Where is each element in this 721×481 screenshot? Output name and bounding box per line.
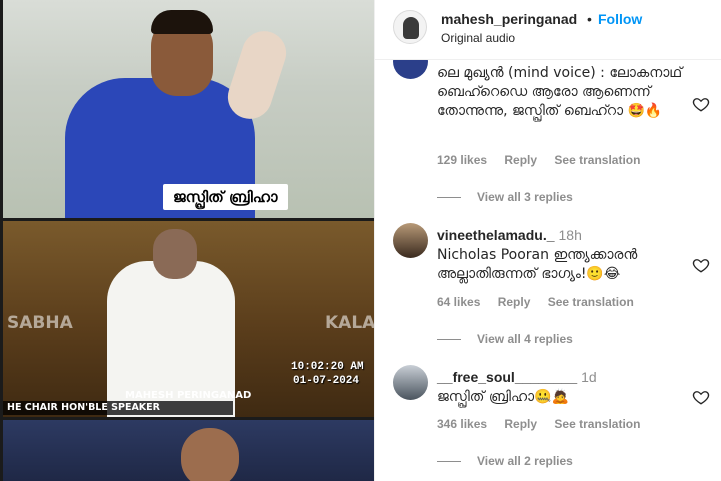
like-heart-icon[interactable] [692,388,710,406]
meme-panel-3 [3,420,374,481]
video-timestamp-time: 10:02:20 AM [291,361,364,373]
commenter-username[interactable]: __free_soul________ [437,369,577,385]
comment-text: __free_soul________ 1d ജസ്പ്രിത് ബ്രിഹാ🤐🙇 [437,368,685,407]
view-replies-button[interactable]: View all 4 replies [437,332,573,346]
lower-third-name: MAHESH PERINGANAD [125,390,252,401]
player-arm [222,25,292,125]
comment-body: Nicholas Pooran ഇന്ത്യക്കാരൻ അല്ലാതിരുന്… [437,247,638,282]
comment-actions: 64 likes Reply See translation [437,295,648,309]
player-hair [151,10,213,34]
replies-divider [437,197,461,199]
see-translation-button[interactable]: See translation [548,295,634,309]
comment-text: vineethelamadu._ 18h Nicholas Pooran ഇന്ത… [437,226,685,284]
see-translation-button[interactable]: See translation [554,417,640,431]
commenter-avatar[interactable] [393,223,428,258]
header-separator: • [587,11,592,27]
comment-age: 1d [581,369,597,385]
author-username[interactable]: mahesh_peringanad [441,11,577,27]
comment-body: ജസ്പ്രിത് ബ്രിഹാ🤐🙇 [437,389,569,405]
post-header: mahesh_peringanad • Follow Original audi… [375,0,721,60]
see-translation-button[interactable]: See translation [554,153,640,167]
speaker-head [153,229,197,279]
commenter-avatar[interactable] [393,365,428,400]
like-heart-icon[interactable] [692,95,710,113]
commenter-username[interactable]: vineethelamadu._ [437,227,555,243]
comments-sidebar: mahesh_peringanad • Follow Original audi… [374,0,721,481]
view-replies-button[interactable]: View all 3 replies [437,190,573,204]
like-count: 346 likes [437,417,488,431]
view-replies-label: View all 2 replies [477,454,573,468]
comment-age: 18h [558,227,582,243]
author-avatar[interactable] [393,10,427,44]
meme-panel-1: ജസ്പ്രിത് ബ്രിഹാ [3,0,374,218]
channel-watermark-left: SABHA [7,313,73,333]
comment-actions: 129 likes Reply See translation [437,153,654,167]
like-heart-icon[interactable] [692,256,710,274]
channel-watermark-right: KALA [325,313,374,333]
replies-divider [437,461,461,463]
view-replies-button[interactable]: View all 2 replies [437,454,573,468]
meme-panel-2: SABHA KALA 10:02:20 AM 01-07-2024 MAHESH… [3,221,374,417]
reply-button[interactable]: Reply [504,417,537,431]
post-media[interactable]: ജസ്പ്രിത് ബ്രിഹാ SABHA KALA 10:02:20 AM … [0,0,374,481]
view-replies-label: View all 3 replies [477,190,573,204]
comment-body: ലെ മുഖ്യൻ (mind voice) : ലോകനാഥ് ബെഹ്റെഡ… [437,65,683,119]
video-timestamp-date: 01-07-2024 [293,375,360,387]
follow-button[interactable]: Follow [598,11,642,27]
meme-caption: ജസ്പ്രിത് ബ്രിഹാ [163,184,288,210]
comment-text: ലെ മുഖ്യൻ (mind voice) : ലോകനാഥ് ബെഹ്റെഡ… [437,64,685,121]
player-face-2 [181,428,239,481]
view-replies-label: View all 4 replies [477,332,573,346]
replies-divider [437,339,461,341]
reply-button[interactable]: Reply [498,295,531,309]
reply-button[interactable]: Reply [504,153,537,167]
lower-third-strip: HE CHAIR HON'BLE SPEAKER [3,401,233,415]
like-count: 129 likes [437,153,488,167]
like-count: 64 likes [437,295,481,309]
original-audio-link[interactable]: Original audio [441,31,515,45]
comment-actions: 346 likes Reply See translation [437,417,654,431]
